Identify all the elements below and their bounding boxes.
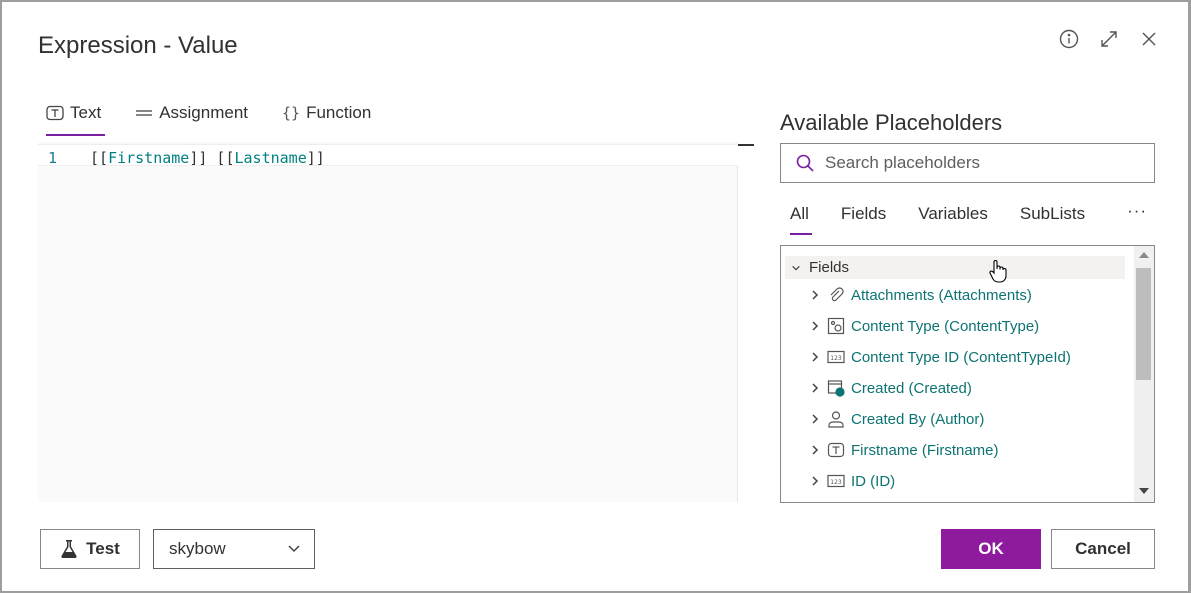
tab-all[interactable]: All [790, 204, 812, 235]
dialog-header-actions [1058, 28, 1160, 50]
test-button-label: Test [86, 539, 120, 558]
more-options-icon[interactable]: ··· [1127, 201, 1147, 221]
chevron-down-icon [792, 265, 800, 271]
search-input[interactable] [825, 153, 1125, 173]
cancel-button[interactable]: Cancel [1051, 529, 1155, 569]
scroll-up-arrow-icon[interactable] [1139, 252, 1149, 258]
person-icon [828, 411, 844, 428]
chevron-right-icon[interactable] [809, 351, 821, 363]
line-number: 1 [48, 149, 58, 167]
tree-item-attachments[interactable]: Attachments (Attachments) [809, 283, 1032, 307]
tree-scrollbar[interactable] [1134, 246, 1154, 502]
tree-item-label: Created (Created) [851, 379, 972, 397]
tab-text[interactable]: Text [46, 100, 106, 136]
placeholder-search[interactable] [780, 143, 1155, 183]
content-type-icon [827, 317, 845, 335]
tab-fields[interactable]: Fields [841, 204, 886, 224]
placeholder-filter-tabs: All Fields Variables SubLists ··· [790, 201, 1147, 235]
chevron-right-icon[interactable] [809, 413, 821, 425]
tab-label: Function [306, 103, 372, 122]
text-icon [46, 105, 64, 121]
test-button[interactable]: Test [40, 529, 140, 569]
chevron-right-icon[interactable] [809, 382, 821, 394]
tab-function[interactable]: {} Function [282, 100, 371, 126]
dialog-title: Expression - Value [38, 32, 238, 59]
tree-item-firstname[interactable]: Firstname (Firstname) [809, 438, 999, 462]
tab-sublists[interactable]: SubLists [1020, 204, 1085, 224]
chevron-right-icon[interactable] [809, 475, 821, 487]
placeholder-token: Lastname [234, 149, 307, 167]
number-icon: 123 [827, 474, 845, 488]
scrollbar-thumb[interactable] [1136, 268, 1151, 380]
site-select[interactable]: skybow [153, 529, 315, 569]
tab-label: Assignment [159, 103, 249, 122]
tree-item-label: Attachments (Attachments) [851, 286, 1032, 304]
text-icon [827, 442, 845, 458]
paperclip-icon [830, 287, 844, 302]
tree-item-created[interactable]: Created (Created) [809, 376, 972, 400]
expand-icon[interactable] [1098, 28, 1120, 50]
svg-text:123: 123 [830, 355, 842, 362]
tree-group-fields[interactable]: Fields [785, 256, 1125, 279]
code-editor[interactable]: 1 [[Firstname]] [[Lastname]] [38, 142, 738, 502]
tree-item-label: Content Type (ContentType) [851, 317, 1040, 335]
tree-item-content-type-id[interactable]: 123 Content Type ID (ContentTypeId) [809, 345, 1071, 369]
close-icon[interactable] [1138, 28, 1160, 50]
minimap-marker [738, 144, 754, 146]
assignment-icon [136, 110, 153, 116]
tab-assignment[interactable]: Assignment [135, 100, 248, 126]
chevron-right-icon[interactable] [809, 444, 821, 456]
tree-item-content-type[interactable]: Content Type (ContentType) [809, 314, 1039, 338]
tree-item-created-by[interactable]: Created By (Author) [809, 407, 984, 431]
calendar-clock-icon [827, 380, 845, 397]
svg-text:123: 123 [830, 479, 842, 486]
tree-item-label: ID (ID) [851, 472, 896, 490]
site-select-value: skybow [169, 539, 226, 558]
tree-item-label: Created By (Author) [851, 410, 985, 428]
chevron-down-icon [288, 545, 300, 553]
hand-cursor-icon [989, 260, 1007, 283]
tree-item-label: Content Type ID (ContentTypeId) [851, 348, 1071, 366]
editor-mode-tabs: Text Assignment {} Function [46, 100, 405, 136]
tab-variables[interactable]: Variables [918, 204, 988, 224]
placeholders-title: Available Placeholders [780, 110, 1003, 135]
info-icon[interactable] [1058, 28, 1080, 50]
search-icon [796, 154, 814, 172]
chevron-right-icon[interactable] [809, 320, 821, 332]
placeholder-token: Firstname [108, 149, 190, 167]
expression-dialog: Expression - Value Text Assignment {} Fu… [2, 2, 1188, 591]
tab-label: Text [70, 103, 102, 122]
braces-icon: {} [282, 104, 301, 122]
tree-item-label: Firstname (Firstname) [851, 441, 999, 459]
placeholder-tree: Fields Attachments (Attachments) Content… [780, 245, 1155, 503]
chevron-right-icon[interactable] [809, 289, 821, 301]
code-text: [[Firstname]] [[Lastname]] [90, 149, 325, 167]
editor-line: 1 [[Firstname]] [[Lastname]] [38, 144, 738, 167]
tree-item-id[interactable]: 123 ID (ID) [809, 469, 895, 493]
ok-button[interactable]: OK [941, 529, 1041, 569]
scroll-down-arrow-icon[interactable] [1139, 488, 1149, 494]
number-icon: 123 [827, 350, 845, 364]
flask-icon [61, 540, 77, 558]
tree-group-label: Fields [809, 259, 850, 276]
